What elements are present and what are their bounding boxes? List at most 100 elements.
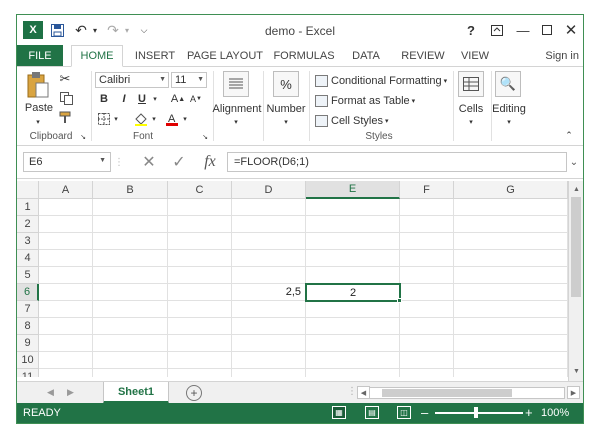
grid-cell[interactable]	[93, 250, 168, 267]
grid-cell[interactable]	[400, 335, 454, 352]
row-header-10[interactable]: 10	[17, 352, 39, 369]
number-button[interactable]: Number	[265, 102, 307, 116]
grid-cell[interactable]	[93, 301, 168, 318]
grid-cell[interactable]	[39, 216, 93, 233]
grid-cell[interactable]	[454, 318, 568, 335]
grid-cell[interactable]	[232, 250, 306, 267]
grid-cell[interactable]	[168, 233, 232, 250]
tab-file[interactable]: FILE	[17, 45, 63, 67]
grid-cell[interactable]	[306, 335, 400, 352]
grid-cell[interactable]	[168, 335, 232, 352]
cells-icon[interactable]	[458, 71, 484, 97]
grid-cell[interactable]	[168, 216, 232, 233]
grid-cell[interactable]	[400, 267, 454, 284]
tab-split-handle-icon[interactable]: ⋮	[347, 386, 357, 397]
shrink-font-button[interactable]: A ▼	[189, 92, 203, 106]
fill-color-dropdown-icon[interactable]: ▾	[150, 114, 158, 124]
enter-icon[interactable]: ✓	[169, 152, 189, 172]
grid-cell[interactable]	[306, 233, 400, 250]
grid-cell[interactable]	[306, 216, 400, 233]
grid-cell[interactable]	[232, 267, 306, 284]
grid-cell[interactable]	[232, 301, 306, 318]
grid-cell[interactable]	[400, 233, 454, 250]
grid-cell[interactable]	[454, 233, 568, 250]
grid-cell[interactable]	[400, 352, 454, 369]
grid-cell[interactable]	[454, 335, 568, 352]
clipboard-launcher-icon[interactable]: ↘	[79, 133, 87, 141]
scroll-up-icon[interactable]: ▲	[570, 183, 583, 196]
grid-cell[interactable]	[454, 352, 568, 369]
grid-cell[interactable]	[454, 250, 568, 267]
grid-cell[interactable]	[306, 199, 400, 216]
tab-page-layout[interactable]: PAGE LAYOUT	[185, 45, 265, 67]
scroll-right-icon[interactable]: ▶	[567, 386, 580, 399]
row-header-8[interactable]: 8	[17, 318, 39, 335]
zoom-slider[interactable]	[435, 412, 523, 414]
ribbon-display-options-icon[interactable]	[487, 21, 507, 39]
grid-cell[interactable]	[39, 199, 93, 216]
copy-icon[interactable]	[57, 90, 77, 106]
row-header-2[interactable]: 2	[17, 216, 39, 233]
font-size-combo[interactable]: 11 ▼	[171, 72, 207, 88]
grid-cell[interactable]	[306, 301, 400, 318]
font-family-combo[interactable]: Calibri ▼	[95, 72, 169, 88]
format-painter-icon[interactable]	[57, 109, 73, 125]
customize-qat-icon[interactable]: ⌵	[139, 22, 149, 38]
page-layout-view-icon[interactable]: ▤	[365, 406, 379, 419]
row-header-3[interactable]: 3	[17, 233, 39, 250]
grid-cell[interactable]	[39, 233, 93, 250]
borders-dropdown-icon[interactable]: ▾	[112, 114, 120, 124]
grid-cell[interactable]	[168, 352, 232, 369]
scroll-down-icon[interactable]: ▼	[570, 365, 583, 378]
grid-cell[interactable]	[93, 335, 168, 352]
grid-cell[interactable]	[39, 369, 93, 377]
grid-cell[interactable]	[306, 318, 400, 335]
grid-cell[interactable]	[39, 267, 93, 284]
grid-cell[interactable]	[168, 318, 232, 335]
horizontal-scrollbar[interactable]	[369, 387, 565, 399]
help-button[interactable]: ?	[461, 21, 481, 39]
grid-cell[interactable]	[232, 199, 306, 216]
close-icon[interactable]: ✕	[561, 21, 581, 39]
grid-cell[interactable]	[454, 369, 568, 377]
format-as-table-button[interactable]: Format as Table ▾	[315, 93, 415, 109]
grid-cell[interactable]	[454, 301, 568, 318]
grid-cell[interactable]	[454, 284, 568, 301]
zoom-level[interactable]: 100%	[541, 407, 569, 419]
underline-dropdown-icon[interactable]: ▾	[151, 94, 159, 104]
grid-cell[interactable]	[93, 199, 168, 216]
cells-button[interactable]: Cells	[453, 102, 489, 116]
tab-review[interactable]: REVIEW	[395, 45, 451, 67]
vertical-scroll-thumb[interactable]	[571, 197, 581, 297]
font-launcher-icon[interactable]: ↘	[201, 133, 209, 141]
grid-cell[interactable]	[400, 216, 454, 233]
editing-button[interactable]: Editing	[489, 102, 529, 116]
grid-cell[interactable]	[168, 267, 232, 284]
cut-icon[interactable]: ✂	[57, 71, 73, 87]
column-header-g[interactable]: G	[454, 181, 568, 199]
grid-cell[interactable]	[168, 301, 232, 318]
grid-cell[interactable]	[306, 250, 400, 267]
page-break-preview-icon[interactable]: ◫	[397, 406, 411, 419]
row-header-9[interactable]: 9	[17, 335, 39, 352]
column-header-b[interactable]: B	[93, 181, 168, 199]
redo-icon[interactable]: ↷	[105, 22, 121, 38]
fill-color-icon[interactable]	[133, 112, 149, 126]
minimize-icon[interactable]: —	[513, 21, 533, 39]
tab-view[interactable]: VIEW	[455, 45, 495, 67]
sign-in-link[interactable]: Sign in	[545, 50, 579, 62]
grid-cell[interactable]	[454, 216, 568, 233]
grid-cell[interactable]	[454, 267, 568, 284]
grid-cell[interactable]	[400, 199, 454, 216]
undo-icon[interactable]: ↶	[73, 22, 89, 38]
grid-cell[interactable]	[400, 301, 454, 318]
grid-cell[interactable]	[93, 284, 168, 301]
cancel-icon[interactable]: ✕	[139, 152, 159, 172]
horizontal-scroll-thumb[interactable]	[382, 389, 512, 397]
grid-cell[interactable]	[93, 233, 168, 250]
grid-cell[interactable]	[400, 369, 454, 377]
grid-cell[interactable]	[39, 250, 93, 267]
alignment-button[interactable]: Alignment	[213, 102, 262, 116]
row-header-5[interactable]: 5	[17, 267, 39, 284]
grid-cell[interactable]	[400, 250, 454, 267]
